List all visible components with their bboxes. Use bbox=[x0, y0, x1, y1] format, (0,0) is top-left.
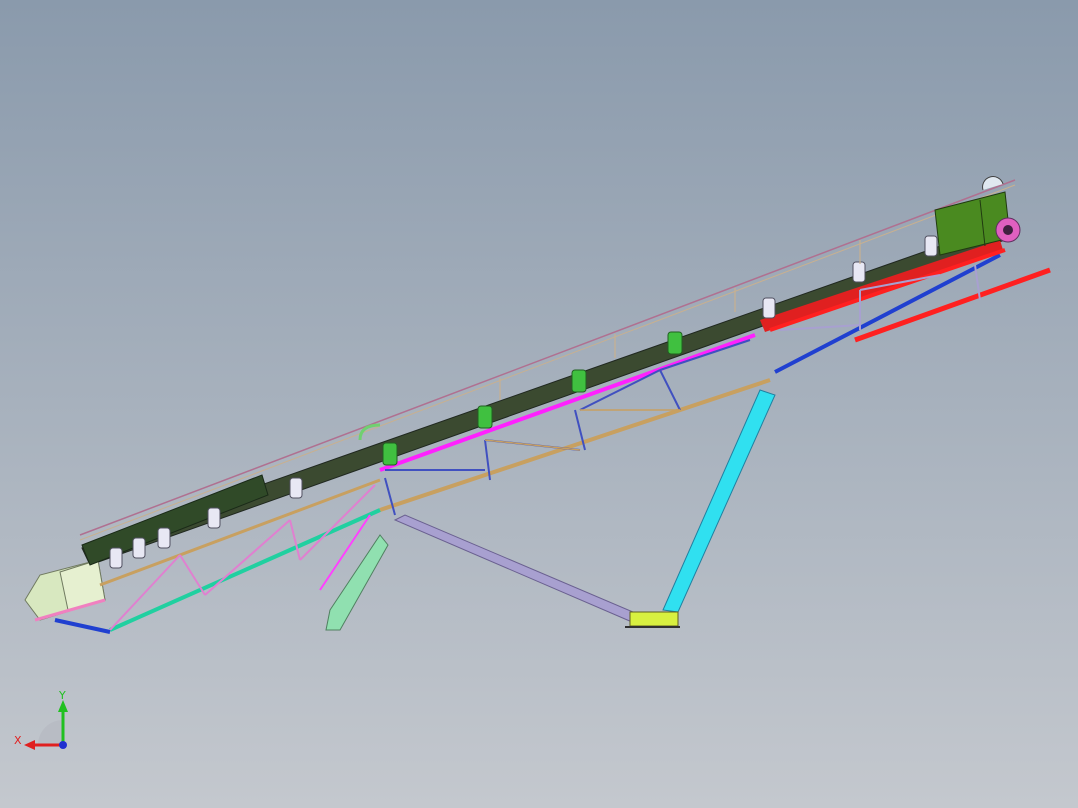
cad-viewport[interactable]: Y X bbox=[0, 0, 1078, 808]
pulley-hub bbox=[1003, 225, 1013, 235]
x-axis-label: X bbox=[14, 734, 22, 747]
cad-scene[interactable]: Y X bbox=[0, 0, 1078, 808]
z-axis-dot bbox=[59, 741, 67, 749]
support-foot bbox=[629, 611, 679, 627]
y-axis-label: Y bbox=[58, 689, 66, 702]
